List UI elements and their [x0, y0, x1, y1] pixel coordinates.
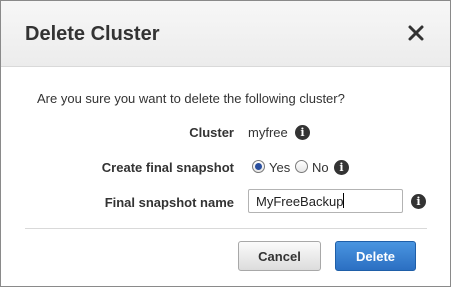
dialog-title: Delete Cluster	[25, 23, 160, 45]
delete-button[interactable]: Delete	[335, 241, 416, 271]
cluster-label: Cluster	[189, 125, 234, 140]
snapshot-no-label[interactable]: No	[312, 160, 329, 175]
snapshot-info-icon[interactable]: i	[334, 160, 349, 175]
delete-cluster-dialog: Delete Cluster Are you sure you want to …	[0, 0, 451, 287]
confirm-prompt: Are you sure you want to delete the foll…	[37, 91, 345, 106]
cancel-button[interactable]: Cancel	[238, 241, 321, 271]
dialog-header: Delete Cluster	[1, 1, 450, 67]
close-icon[interactable]	[404, 21, 428, 45]
snapshot-name-info-icon[interactable]: i	[411, 194, 426, 209]
create-snapshot-label: Create final snapshot	[101, 160, 234, 175]
snapshot-no-radio[interactable]	[295, 160, 308, 173]
snapshot-name-label: Final snapshot name	[104, 195, 234, 210]
snapshot-yes-label[interactable]: Yes	[269, 160, 290, 175]
snapshot-name-value: MyFreeBackup	[256, 194, 344, 209]
cluster-info-icon[interactable]: i	[295, 125, 310, 140]
snapshot-yes-radio[interactable]	[252, 160, 265, 173]
snapshot-name-input[interactable]: MyFreeBackup	[248, 189, 403, 213]
cluster-value: myfree	[248, 125, 288, 140]
footer-divider	[25, 228, 427, 229]
text-cursor	[343, 193, 345, 208]
